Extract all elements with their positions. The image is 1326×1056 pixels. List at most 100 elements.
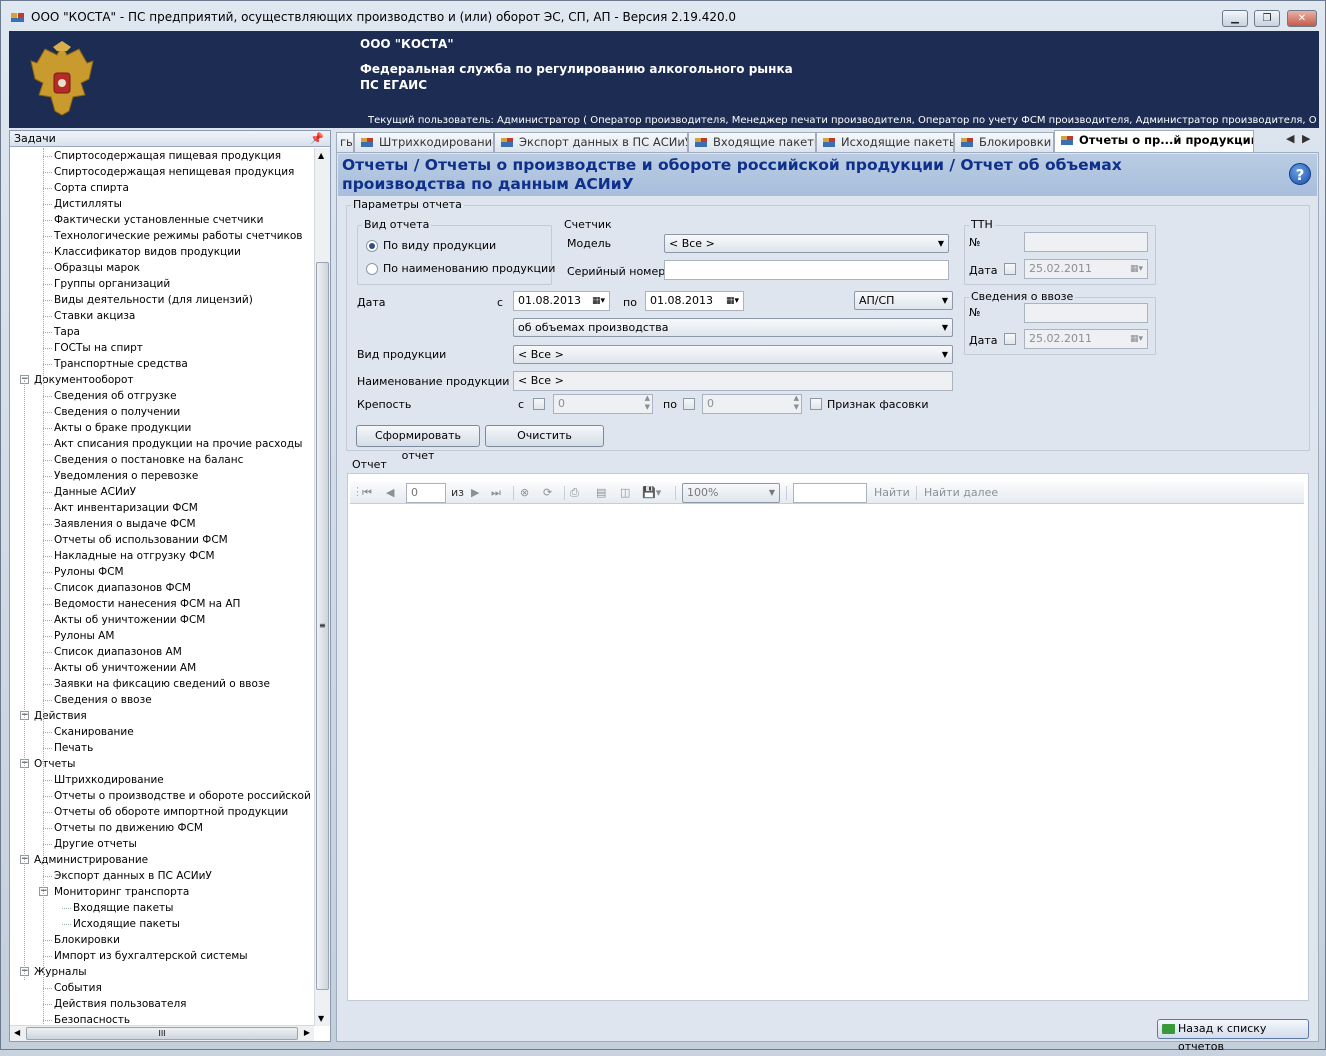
- tree-item[interactable]: Ставки акциза: [54, 308, 135, 324]
- tree-item[interactable]: Сведения об отгрузке: [54, 388, 177, 404]
- tree-item[interactable]: Безопасность: [54, 1012, 130, 1026]
- tree-item[interactable]: Печать: [54, 740, 93, 756]
- tree-group-item[interactable]: Журналы: [34, 964, 87, 980]
- tree-item[interactable]: Отчеты по движению ФСМ: [54, 820, 203, 836]
- report-subject-select[interactable]: об объемах производства ▼: [513, 318, 953, 337]
- tree-group-item[interactable]: Документооборот: [34, 372, 134, 388]
- tree-item[interactable]: Акт инвентаризации ФСМ: [54, 500, 198, 516]
- tab-locks[interactable]: Блокировки: [954, 132, 1054, 152]
- ttn-date-picker[interactable]: 25.02.2011 ▦▾: [1024, 259, 1148, 279]
- help-icon[interactable]: ?: [1289, 163, 1311, 185]
- clear-button[interactable]: Очистить: [485, 425, 604, 447]
- tree-item[interactable]: Спиртосодержащая непищевая продукция: [54, 164, 294, 180]
- close-button[interactable]: ✕: [1287, 10, 1317, 27]
- pin-icon[interactable]: 📌: [310, 131, 324, 146]
- packing-checkbox[interactable]: [810, 398, 822, 410]
- tree-item[interactable]: Акты о браке продукции: [54, 420, 191, 436]
- tree-item[interactable]: Исходящие пакеты: [73, 916, 180, 932]
- tree-group-item[interactable]: Мониторинг транспорта: [54, 884, 189, 900]
- tree-item[interactable]: Сорта спирта: [54, 180, 129, 196]
- zoom-select[interactable]: 100% ▼: [682, 483, 780, 503]
- tree-item[interactable]: Акты об уничтожении АМ: [54, 660, 196, 676]
- page-number-input[interactable]: 0: [406, 483, 446, 503]
- tree-item[interactable]: Фактически установленные счетчики: [54, 212, 263, 228]
- tree-item[interactable]: Рулоны АМ: [54, 628, 114, 644]
- tree-item[interactable]: Тара: [54, 324, 80, 340]
- import-number-input[interactable]: [1024, 303, 1148, 323]
- generate-report-button[interactable]: Сформировать отчет: [356, 425, 480, 462]
- tree-group-item[interactable]: Отчеты: [34, 756, 75, 772]
- tree-item[interactable]: Отчеты о производстве и обороте российск…: [54, 788, 314, 804]
- refresh-icon[interactable]: ⟳: [543, 486, 552, 499]
- tree-item[interactable]: Накладные на отгрузку ФСМ: [54, 548, 215, 564]
- tree-item[interactable]: Заявки на фиксацию сведений о ввозе: [54, 676, 270, 692]
- tree-item[interactable]: Блокировки: [54, 932, 120, 948]
- tree-item[interactable]: Акты об уничтожении ФСМ: [54, 612, 205, 628]
- tree-item[interactable]: Отчеты об обороте импортной продукции: [54, 804, 288, 820]
- find-next-button[interactable]: Найти далее: [924, 486, 998, 499]
- tree-item[interactable]: Входящие пакеты: [73, 900, 173, 916]
- tree-horizontal-scrollbar[interactable]: ◀ III ▶: [10, 1025, 314, 1041]
- tree-item[interactable]: Виды деятельности (для лицензий): [54, 292, 253, 308]
- tree-item[interactable]: Список диапазонов ФСМ: [54, 580, 191, 596]
- tab-barcoding[interactable]: Штрихкодирование: [354, 132, 494, 152]
- tree-item[interactable]: Ведомости нанесения ФСМ на АП: [54, 596, 240, 612]
- scroll-thumb[interactable]: ≡: [316, 262, 329, 990]
- first-page-icon[interactable]: ⏮: [362, 486, 372, 500]
- tree-item[interactable]: Сведения о получении: [54, 404, 180, 420]
- tree-item[interactable]: Классификатор видов продукции: [54, 244, 241, 260]
- scroll-up-icon[interactable]: ▲: [318, 151, 324, 160]
- tab-reports-active[interactable]: Отчеты о пр...й продукции: [1054, 130, 1254, 152]
- radio-by-product-name[interactable]: [366, 263, 378, 275]
- next-page-icon[interactable]: ▶: [471, 486, 479, 499]
- tab-truncated[interactable]: гь: [336, 132, 354, 152]
- tree-item[interactable]: Акт списания продукции на прочие расходы: [54, 436, 302, 452]
- scroll-left-icon[interactable]: ◀: [14, 1028, 20, 1037]
- date-from-picker[interactable]: 01.08.2013 ▦▾: [513, 291, 610, 311]
- find-button[interactable]: Найти: [874, 486, 910, 499]
- date-to-picker[interactable]: 01.08.2013 ▦▾: [645, 291, 744, 311]
- maximize-button[interactable]: ❐: [1254, 10, 1280, 27]
- tab-incoming-packets[interactable]: Входящие пакеты: [688, 132, 816, 152]
- tree-group-item[interactable]: Действия: [34, 708, 87, 724]
- previous-page-icon[interactable]: ◀: [386, 486, 394, 499]
- tree-item[interactable]: Заявления о выдаче ФСМ: [54, 516, 196, 532]
- strength-from-spinner[interactable]: 0 ▲ ▼: [553, 394, 653, 414]
- import-date-picker[interactable]: 25.02.2011 ▦▾: [1024, 329, 1148, 349]
- product-name-field[interactable]: < Все >: [513, 371, 953, 391]
- tree-group-item[interactable]: Администрирование: [34, 852, 148, 868]
- tab-outgoing-packets[interactable]: Исходящие пакеты: [816, 132, 954, 152]
- tree-vertical-scrollbar[interactable]: ▲ ≡ ▼: [314, 148, 330, 1026]
- import-date-checkbox[interactable]: [1004, 333, 1016, 345]
- strength-to-checkbox[interactable]: [683, 398, 695, 410]
- strength-from-checkbox[interactable]: [533, 398, 545, 410]
- minimize-button[interactable]: ▁: [1222, 10, 1248, 27]
- tree-item[interactable]: Данные АСИиУ: [54, 484, 136, 500]
- tab-scroll-left-icon[interactable]: ◀: [1286, 132, 1294, 145]
- tab-scroll-right-icon[interactable]: ▶: [1302, 132, 1310, 145]
- tree-item[interactable]: Импорт из бухгалтерской системы: [54, 948, 248, 964]
- product-class-select[interactable]: АП/СП ▼: [854, 291, 953, 310]
- print-icon[interactable]: ⎙: [570, 486, 579, 500]
- tree-item[interactable]: Другие отчеты: [54, 836, 137, 852]
- tree-item[interactable]: Список диапазонов АМ: [54, 644, 182, 660]
- tree-item[interactable]: Дистилляты: [54, 196, 122, 212]
- last-page-icon[interactable]: ⏭: [491, 486, 501, 500]
- ttn-number-input[interactable]: [1024, 232, 1148, 252]
- tree-item[interactable]: События: [54, 980, 102, 996]
- export-save-icon[interactable]: 💾▾: [642, 486, 661, 499]
- strength-to-spinner[interactable]: 0 ▲ ▼: [702, 394, 802, 414]
- tree-item[interactable]: Транспортные средства: [54, 356, 188, 372]
- tab-export-asiiu[interactable]: Экспорт данных в ПС АСИиУ: [494, 132, 688, 152]
- tree-item[interactable]: Образцы марок: [54, 260, 140, 276]
- report-viewer[interactable]: ⋮ ⏮ ◀ 0 из ▶ ⏭ ⊗ ⟳ ⎙ ▤ ◫ 💾▾ 100%▼ Найти: [347, 473, 1309, 1001]
- scroll-down-icon[interactable]: ▼: [318, 1014, 324, 1023]
- tree-item[interactable]: Штрихкодирование: [54, 772, 164, 788]
- print-layout-icon[interactable]: ▤: [596, 486, 606, 499]
- tree-item[interactable]: Отчеты об использовании ФСМ: [54, 532, 228, 548]
- tree-item[interactable]: Группы организаций: [54, 276, 170, 292]
- page-setup-icon[interactable]: ◫: [620, 486, 630, 499]
- hscroll-thumb[interactable]: III: [26, 1027, 298, 1040]
- tree-item[interactable]: Рулоны ФСМ: [54, 564, 124, 580]
- radio-by-product-type[interactable]: [366, 240, 378, 252]
